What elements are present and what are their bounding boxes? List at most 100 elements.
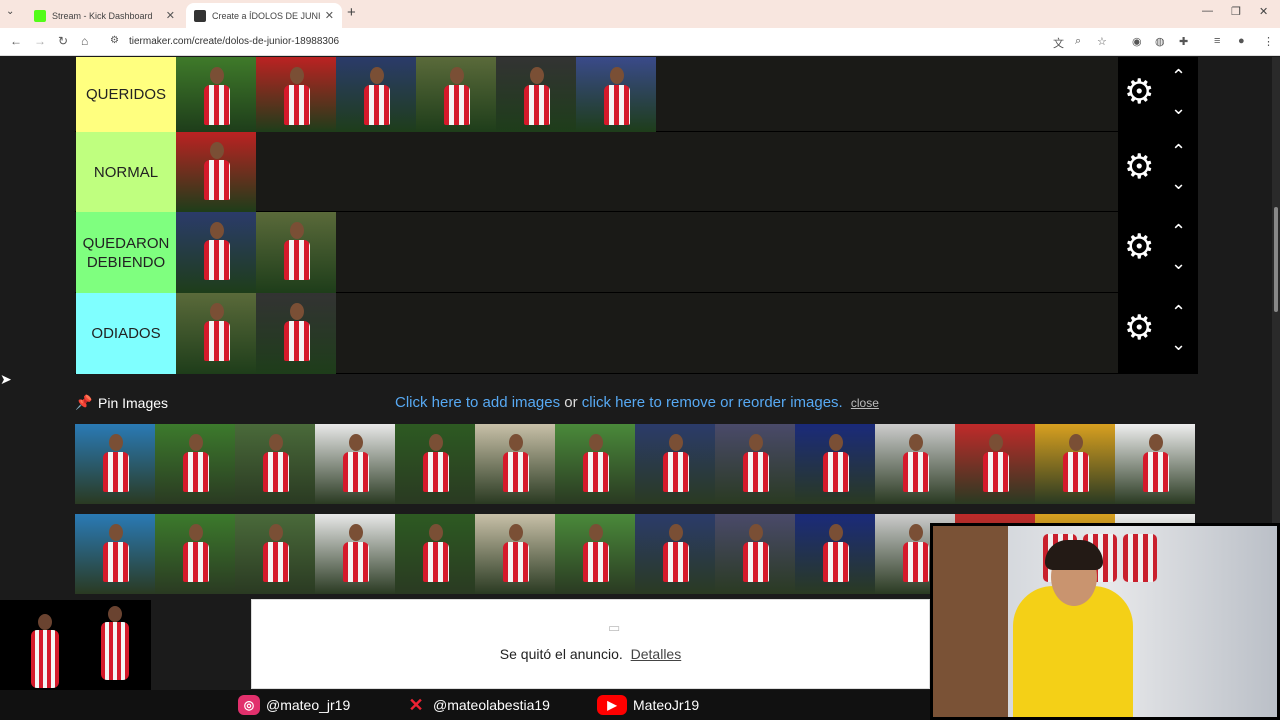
settings-gear-icon[interactable]: ⚙ xyxy=(1124,230,1154,264)
x-logo-icon: ✕ xyxy=(408,694,424,715)
close-tab-icon[interactable]: ✕ xyxy=(166,9,175,22)
settings-gear-icon[interactable]: ⚙ xyxy=(1124,311,1154,345)
pool-player-image[interactable] xyxy=(75,514,155,594)
pool-player-image[interactable] xyxy=(555,514,635,594)
tiermaker-favicon-icon xyxy=(194,9,206,22)
address-bar[interactable]: ⚙ tiermaker.com/create/dolos-de-junior-1… xyxy=(104,32,1044,52)
pool-player-image[interactable] xyxy=(155,514,235,594)
pool-player-image[interactable] xyxy=(235,514,315,594)
pool-player-image[interactable] xyxy=(475,514,555,594)
player-head-graphic xyxy=(38,614,52,630)
tier-label[interactable]: NORMAL xyxy=(76,132,176,212)
player-image[interactable] xyxy=(576,57,656,132)
tab-title: Stream - Kick Dashboard xyxy=(52,10,153,21)
player-image[interactable] xyxy=(336,57,416,132)
tier-label[interactable]: QUERIDOS xyxy=(76,57,176,132)
pool-player-image[interactable] xyxy=(315,514,395,594)
forward-icon[interactable]: → xyxy=(34,34,46,48)
player-image[interactable] xyxy=(256,293,336,374)
new-tab-icon[interactable]: + xyxy=(347,4,356,21)
pool-player-image[interactable] xyxy=(1115,424,1195,504)
pool-player-image[interactable] xyxy=(715,424,795,504)
move-down-icon[interactable]: ⌄ xyxy=(1171,174,1186,192)
pool-player-image[interactable] xyxy=(315,424,395,504)
tab-kick-dashboard[interactable]: Stream - Kick Dashboard ✕ xyxy=(26,3,183,28)
zoom-icon[interactable]: ⌕ xyxy=(1075,35,1081,48)
pool-player-image[interactable] xyxy=(555,424,635,504)
pool-player-image[interactable] xyxy=(875,424,955,504)
move-down-icon[interactable]: ⌄ xyxy=(1171,335,1186,353)
pool-player-image[interactable] xyxy=(1035,424,1115,504)
pool-player-image[interactable] xyxy=(795,514,875,594)
tier-items xyxy=(176,293,336,374)
x-handle: ✕ @mateolabestia19 xyxy=(405,695,550,715)
minimize-icon[interactable]: — xyxy=(1202,5,1213,17)
tab-tiermaker[interactable]: Create a ÍDOLOS DE JUNIOR Tier ✕ xyxy=(186,3,342,28)
reading-list-icon[interactable]: ≡ xyxy=(1214,35,1220,47)
pool-player-image[interactable] xyxy=(715,514,795,594)
ad-removed-notice: ▭ Se quitó el anuncio. Detalles xyxy=(251,599,930,689)
player-image[interactable] xyxy=(176,57,256,132)
tab-title: Create a ÍDOLOS DE JUNIOR Tier xyxy=(212,10,321,21)
reorder-images-link[interactable]: click here to remove or reorder images. xyxy=(582,394,843,411)
translate-icon[interactable]: 文 xyxy=(1053,35,1064,51)
pool-player-image[interactable] xyxy=(635,514,715,594)
extension-icon-2[interactable]: ◍ xyxy=(1155,35,1165,48)
pool-player-image[interactable] xyxy=(395,424,475,504)
move-up-icon[interactable]: ⌃ xyxy=(1171,303,1186,321)
close-link[interactable]: close xyxy=(851,396,879,410)
pool-player-image[interactable] xyxy=(395,514,475,594)
player-image[interactable] xyxy=(176,132,256,212)
profile-avatar-icon[interactable]: ● xyxy=(1238,35,1245,47)
add-images-link[interactable]: Click here to add images xyxy=(395,394,560,411)
bookmark-star-icon[interactable]: ☆ xyxy=(1097,35,1107,48)
home-icon[interactable]: ⌂ xyxy=(81,34,88,48)
pool-player-image[interactable] xyxy=(155,424,235,504)
streamer-body-graphic xyxy=(1013,586,1133,717)
extensions-puzzle-icon[interactable]: ✚ xyxy=(1179,35,1188,48)
pool-player-image[interactable] xyxy=(955,424,1035,504)
instagram-icon: ◎ xyxy=(238,695,260,715)
move-down-icon[interactable]: ⌄ xyxy=(1171,99,1186,117)
webcam-overlay xyxy=(930,523,1280,720)
tier-controls: ⚙ ⌃ ⌄ xyxy=(1118,132,1198,212)
close-window-icon[interactable]: ✕ xyxy=(1259,5,1268,18)
close-tab-icon[interactable]: ✕ xyxy=(325,9,334,22)
scrollbar-thumb[interactable] xyxy=(1274,207,1278,312)
player-image[interactable] xyxy=(256,57,336,132)
back-icon[interactable]: ← xyxy=(10,34,22,48)
pool-player-image[interactable] xyxy=(475,424,555,504)
player-image[interactable] xyxy=(416,57,496,132)
pool-player-image[interactable] xyxy=(75,424,155,504)
player-image[interactable] xyxy=(256,212,336,293)
player-image[interactable] xyxy=(176,293,256,374)
pin-icon[interactable]: 📌 xyxy=(75,394,92,411)
reload-icon[interactable]: ↻ xyxy=(58,34,68,48)
tier-label[interactable]: ODIADOS xyxy=(76,293,176,374)
player-image[interactable] xyxy=(176,212,256,293)
ad-details-link[interactable]: Detalles xyxy=(631,646,682,662)
move-up-icon[interactable]: ⌃ xyxy=(1171,222,1186,240)
menu-dots-icon[interactable]: ⋮ xyxy=(1263,35,1274,48)
settings-gear-icon[interactable]: ⚙ xyxy=(1124,150,1154,184)
move-down-icon[interactable]: ⌄ xyxy=(1171,254,1186,272)
tier-label[interactable]: QUEDARON DEBIENDO xyxy=(76,212,176,293)
ad-removed-text: Se quitó el anuncio. xyxy=(499,646,623,662)
move-up-icon[interactable]: ⌃ xyxy=(1171,142,1186,160)
site-info-icon[interactable]: ⚙ xyxy=(110,35,119,46)
maximize-icon[interactable]: ❐ xyxy=(1231,5,1241,18)
tab-list-chevron-icon[interactable]: ⌄ xyxy=(6,6,14,17)
pool-player-image[interactable] xyxy=(235,424,315,504)
wall-jersey-graphic xyxy=(1123,534,1157,582)
kick-favicon-icon xyxy=(34,9,46,22)
mouse-cursor-icon: ➤ xyxy=(0,371,12,387)
move-up-icon[interactable]: ⌃ xyxy=(1171,67,1186,85)
social-handles-bar: ◎ @mateo_jr19 ✕ @mateolabestia19 ▶ Mateo… xyxy=(0,690,930,720)
extension-icon[interactable]: ◉ xyxy=(1132,35,1142,48)
instagram-text: @mateo_jr19 xyxy=(266,697,351,713)
settings-gear-icon[interactable]: ⚙ xyxy=(1124,75,1154,109)
pool-player-image[interactable] xyxy=(635,424,715,504)
player-image[interactable] xyxy=(496,57,576,132)
pool-player-image[interactable] xyxy=(795,424,875,504)
page-scrollbar[interactable] xyxy=(1272,57,1280,602)
